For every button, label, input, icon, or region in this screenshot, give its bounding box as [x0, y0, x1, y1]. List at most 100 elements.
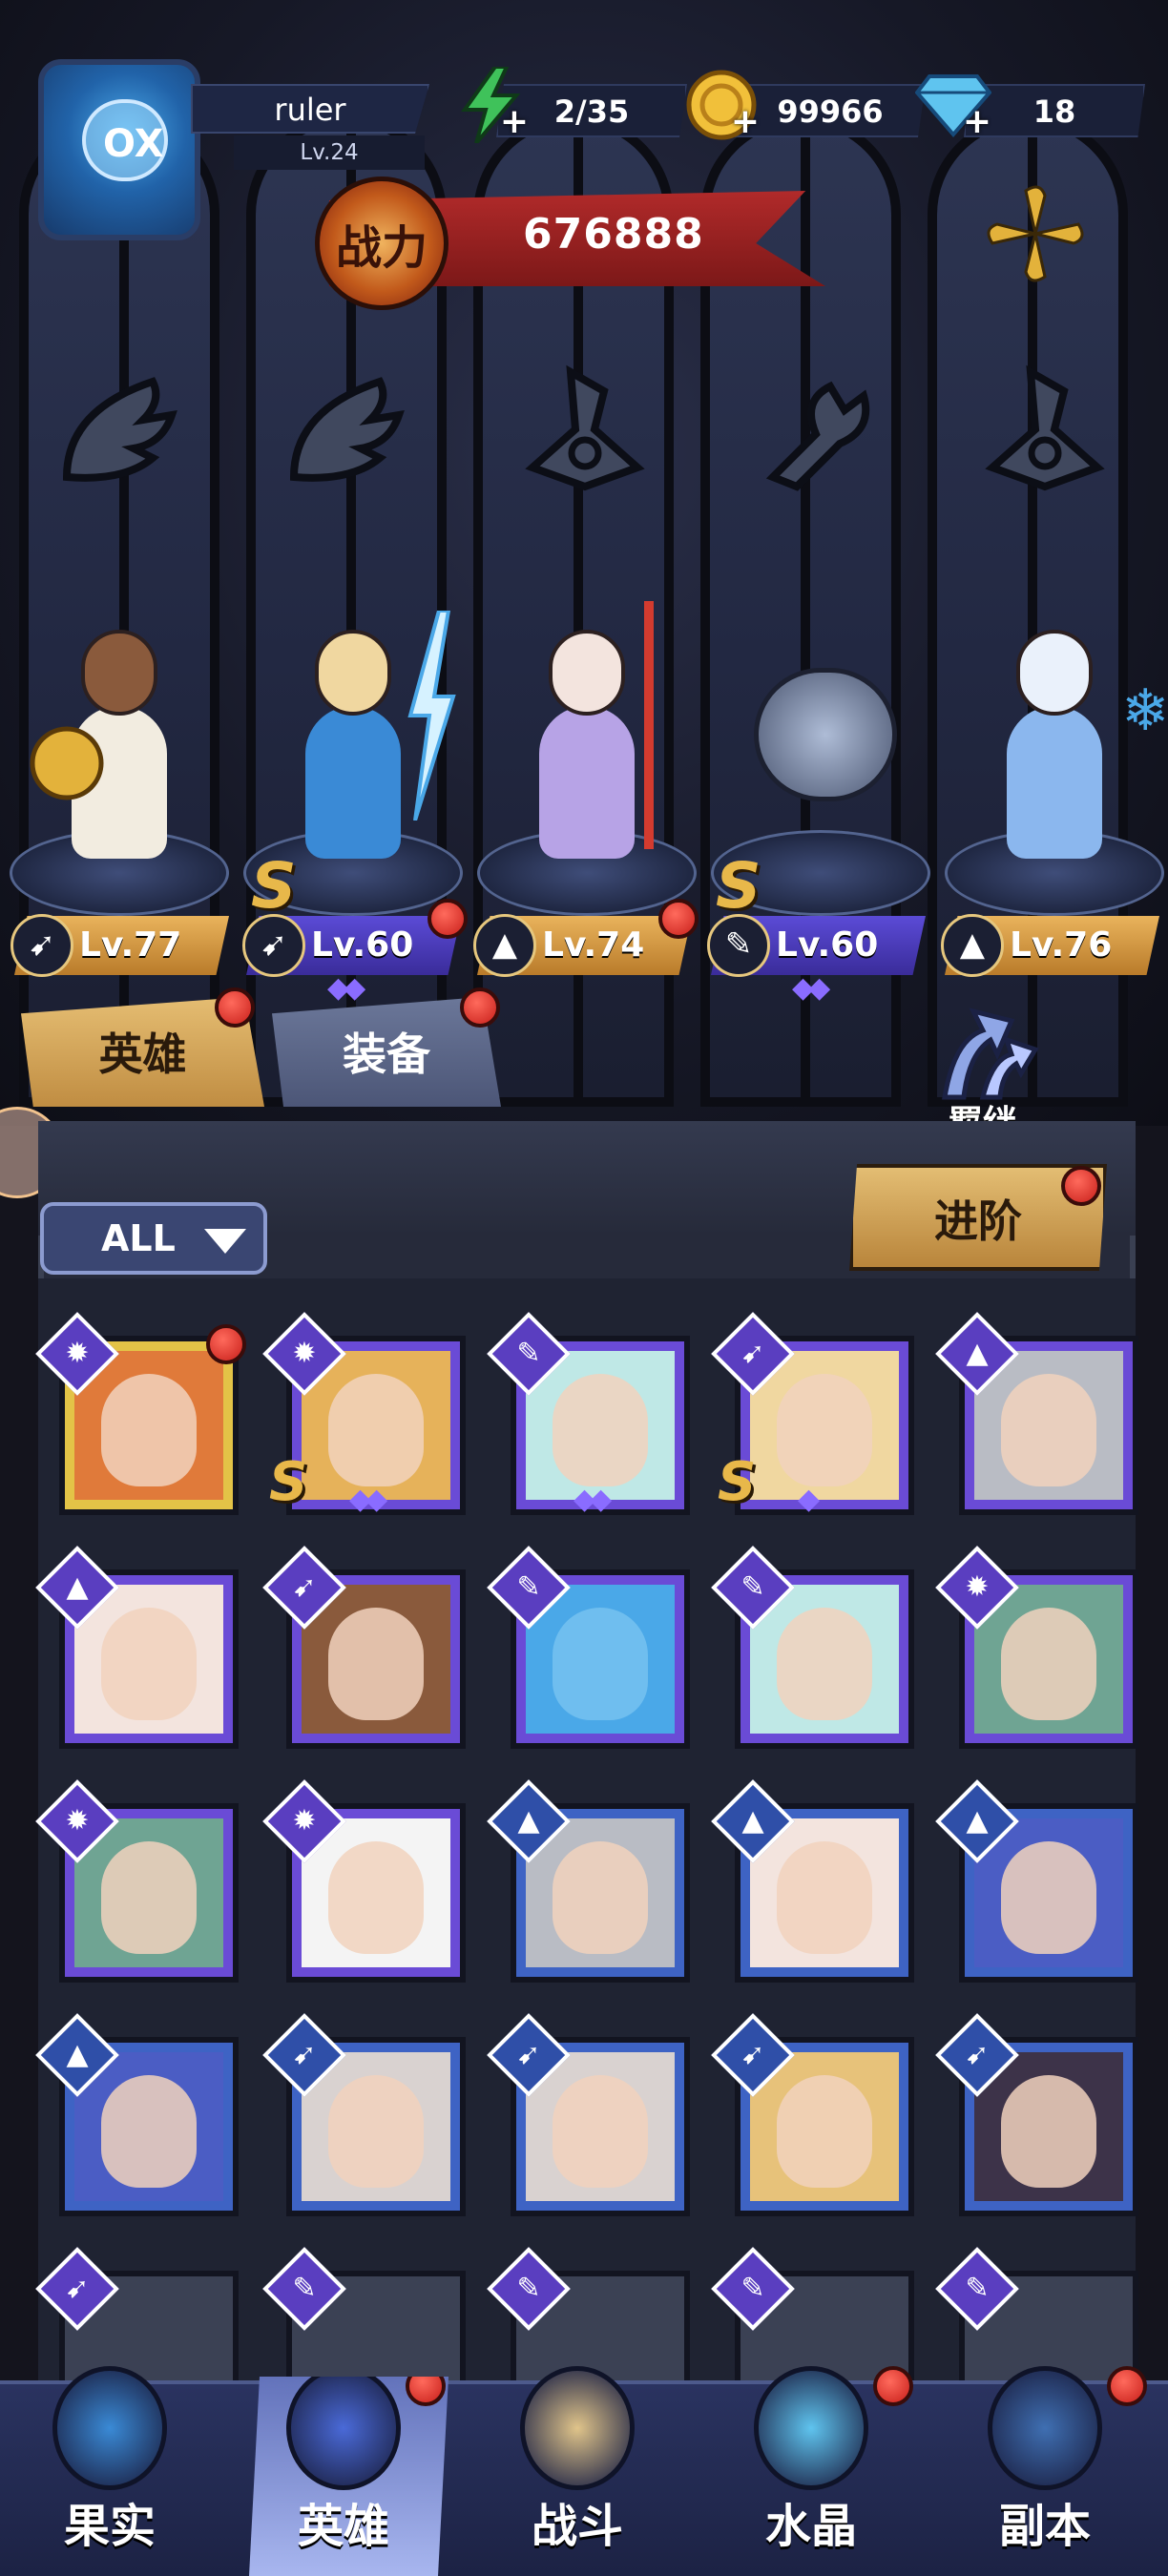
- hero-face: [1001, 1841, 1096, 1954]
- nav-item-2[interactable]: 英雄: [249, 2377, 448, 2576]
- notification-dot: [873, 2366, 913, 2406]
- battle-sword-icon: [520, 2366, 635, 2490]
- plus-icon: +: [730, 102, 760, 141]
- wing-class-icon: ➹: [242, 914, 305, 977]
- power-value: 676888: [523, 210, 704, 259]
- plus-icon: +: [499, 102, 529, 141]
- hero-card[interactable]: ✎: [487, 1546, 690, 1749]
- robot-spider-figure: [754, 668, 897, 801]
- hero-face: [777, 1608, 872, 1720]
- hero-card[interactable]: ✹: [935, 1546, 1138, 1749]
- hero-card[interactable]: ✎: [262, 2247, 466, 2391]
- mage-hat-class-icon: [964, 353, 1126, 515]
- nav-label: 副本: [998, 2500, 1091, 2553]
- settings-button[interactable]: [983, 181, 1088, 286]
- hero-head: [1016, 630, 1093, 716]
- mage-hat-class-icon: [504, 353, 666, 515]
- hero-face: [101, 1374, 197, 1486]
- hero-face: [777, 1841, 872, 1954]
- nav-label: 战斗: [531, 2500, 623, 2553]
- hero-face: [101, 2075, 197, 2188]
- hero-card[interactable]: ▲: [35, 2013, 239, 2216]
- hero-face: [777, 2075, 872, 2188]
- player-name: ruler: [191, 84, 429, 134]
- hero-card[interactable]: ✎: [711, 1546, 914, 1749]
- snowflake-icon: ❄: [1121, 677, 1168, 744]
- nav-label: 水晶: [764, 2500, 857, 2553]
- power-badge: 战力: [315, 177, 448, 310]
- energy-add-button[interactable]: +: [448, 63, 532, 147]
- hero-face: [553, 1608, 648, 1720]
- nav-item-1[interactable]: 果实: [5, 2366, 215, 2576]
- lightning-bolt-icon: [407, 611, 456, 821]
- power-label: 战力: [335, 221, 428, 275]
- hero-face: [1001, 1374, 1096, 1486]
- notification-dot: [1061, 1166, 1101, 1206]
- hero-face: [328, 1608, 424, 1720]
- hero-face: [101, 1608, 197, 1720]
- wrench-class-icon: ✎: [707, 914, 770, 977]
- filter-dropdown[interactable]: ALL: [40, 1202, 267, 1275]
- hero-card[interactable]: ▲: [935, 1779, 1138, 1983]
- hero-card[interactable]: ▲: [711, 1779, 914, 1983]
- crystal-icon: [754, 2366, 868, 2490]
- fruit-icon: [52, 2366, 167, 2490]
- wrench-class-icon: [735, 353, 897, 515]
- hero-head: [315, 630, 391, 716]
- hero-card[interactable]: ➹: [487, 2013, 690, 2216]
- player-level: Lv.24: [234, 135, 425, 170]
- mage-class-icon: ▲: [473, 914, 536, 977]
- hero-card[interactable]: ➹: [935, 2013, 1138, 2216]
- hero-card[interactable]: ✎ ◆◆: [487, 1312, 690, 1516]
- hero-card[interactable]: ➹ S ◆: [711, 1312, 914, 1516]
- hero-card[interactable]: ➹: [711, 2013, 914, 2216]
- notification-dot: [1107, 2366, 1147, 2406]
- hero-card[interactable]: ➹: [262, 2013, 466, 2216]
- lineup-hero-2[interactable]: [248, 592, 458, 859]
- player-info[interactable]: ruler Lv.24: [191, 84, 429, 172]
- lineup-hero-3[interactable]: [482, 592, 692, 859]
- pinwheel-icon: [987, 185, 1084, 282]
- hero-face: [553, 1841, 648, 1954]
- hero-figure: [539, 706, 635, 859]
- hero-card[interactable]: ✹: [262, 1779, 466, 1983]
- star-rating: ◆◆: [349, 1483, 387, 1516]
- hero-card[interactable]: ✹: [35, 1779, 239, 1983]
- star-rating: ◆◆: [792, 971, 830, 1005]
- nav-item-3[interactable]: 战斗: [472, 2366, 682, 2576]
- gold-add-button[interactable]: +: [679, 63, 763, 147]
- plus-icon: +: [962, 102, 991, 141]
- lineup-hero-4[interactable]: [716, 592, 926, 859]
- hero-face: [553, 1374, 648, 1486]
- player-avatar[interactable]: OX: [38, 59, 200, 240]
- s-rank-icon: S: [718, 1451, 757, 1513]
- lineup-hero-5[interactable]: ❄: [949, 592, 1168, 859]
- hero-card[interactable]: ▲: [935, 1312, 1138, 1515]
- avatar-label: OX: [103, 122, 164, 166]
- mage-class-icon: ▲: [941, 914, 1004, 977]
- wing-class-icon: [38, 353, 200, 515]
- hero-face: [777, 1374, 872, 1486]
- notification-dot: [206, 1324, 246, 1364]
- hero-card[interactable]: ▲: [35, 1546, 239, 1749]
- lineup-hero-1[interactable]: [14, 592, 224, 859]
- dungeon-portal-icon: [988, 2366, 1102, 2490]
- notification-dot: [658, 899, 699, 939]
- diamond-add-button[interactable]: +: [911, 63, 995, 147]
- filter-label: ALL: [101, 1217, 176, 1259]
- hero-face: [1001, 1608, 1096, 1720]
- star-rating: ◆: [798, 1483, 820, 1516]
- hero-card[interactable]: ➹: [262, 1546, 466, 1749]
- nav-item-5[interactable]: 副本: [940, 2366, 1150, 2576]
- hero-face: [328, 1841, 424, 1954]
- hero-card[interactable]: ▲: [487, 1779, 690, 1983]
- star-rating: ◆◆: [574, 1483, 612, 1516]
- nav-item-4[interactable]: 水晶: [706, 2366, 916, 2576]
- hero-card[interactable]: ✹ S ◆◆: [262, 1312, 466, 1516]
- hero-card[interactable]: ✹: [35, 1312, 246, 1515]
- notification-dot: [428, 899, 468, 939]
- hero-hat-icon: [286, 2377, 401, 2490]
- hero-face: [328, 1374, 424, 1486]
- star-rating: ◆◆: [327, 971, 365, 1005]
- hero-head: [549, 630, 625, 716]
